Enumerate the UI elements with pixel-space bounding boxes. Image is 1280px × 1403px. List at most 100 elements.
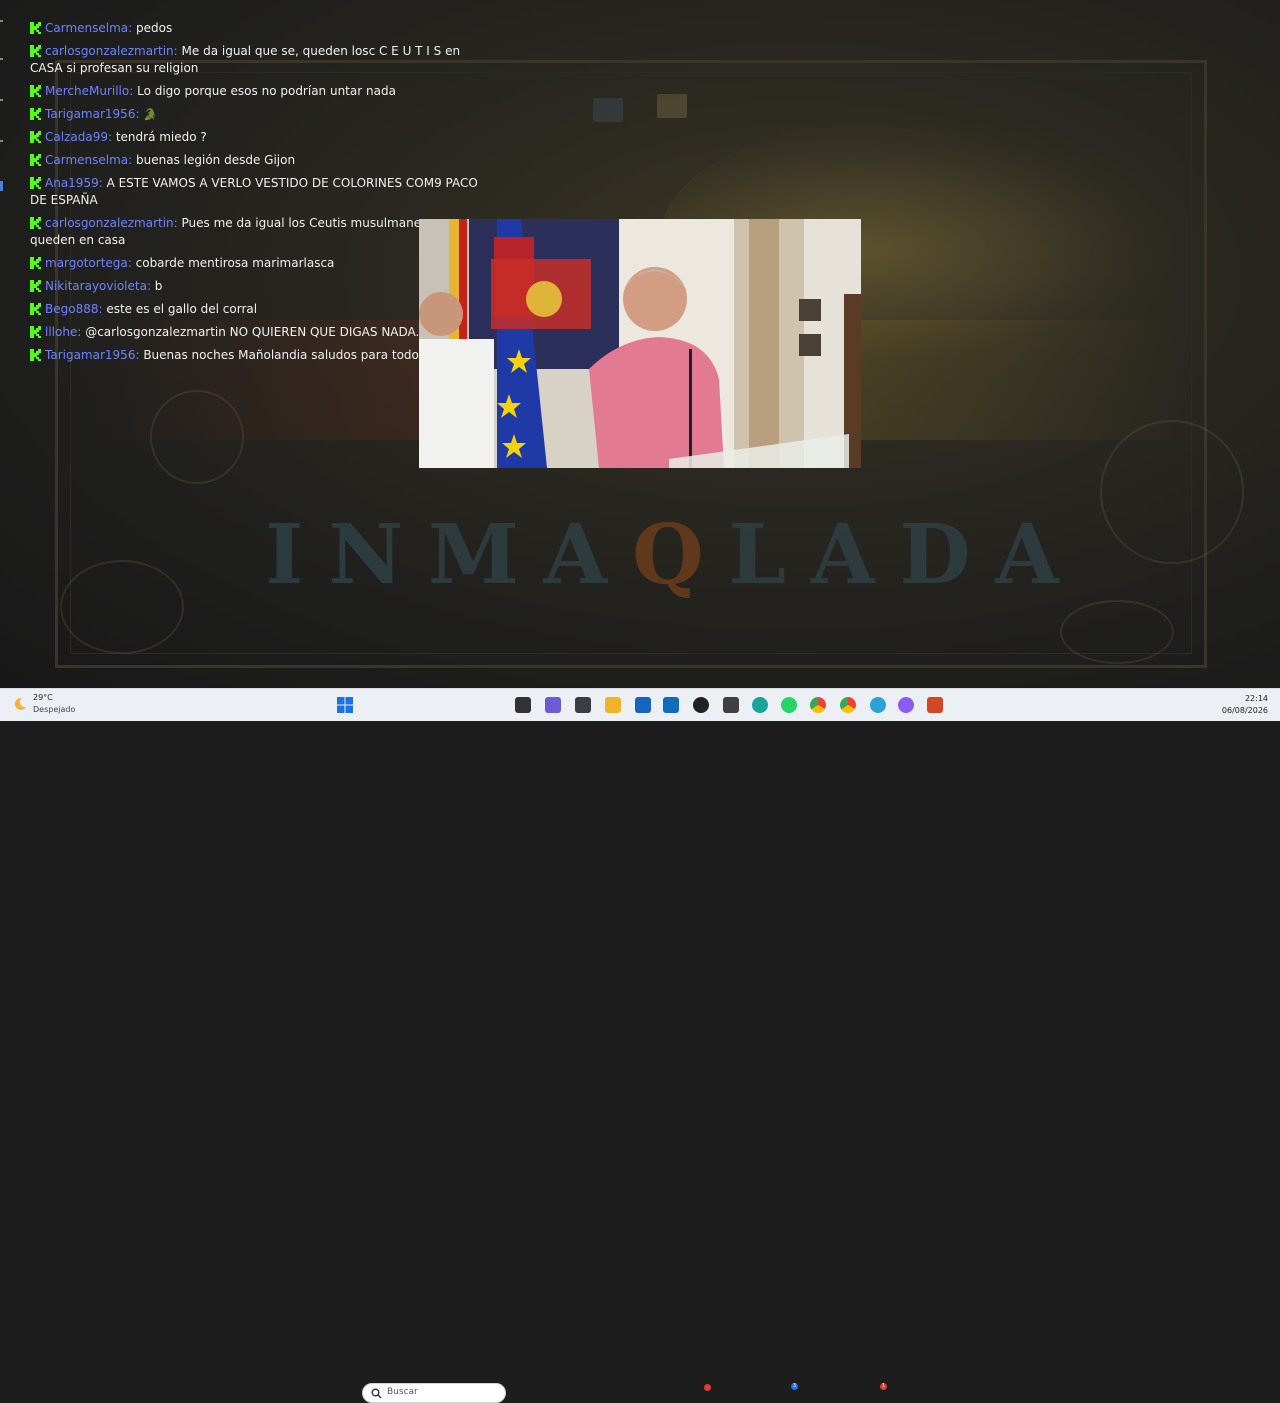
edge-mark [0,181,3,191]
video-frame [419,219,861,468]
chat-username[interactable]: margotortega [45,256,128,270]
app-icon[interactable] [693,697,709,713]
chat-message: Ana1959: A ESTE VAMOS A VERLO VESTIDO DE… [30,175,490,209]
chat-message: Calzada99: tendrá miedo ? [30,129,490,146]
folder-icon[interactable] [657,94,687,118]
taskbar: Buscar 3 1 [0,688,1280,1403]
chat-message: carlosgonzalezmartin: Me da igual que se… [30,43,490,77]
chat-username[interactable]: Tarigamar1956 [45,107,135,121]
chat-separator: : [128,21,137,35]
chat-message: Carmenselma: buenas legión desde Gijon [30,152,490,169]
telegram-icon[interactable] [870,697,886,713]
chat-separator: : [98,176,107,190]
kick-badge-icon [30,154,41,166]
watermark-logo: I N M A Q L A D A [265,507,1065,603]
watermark-letter: N [328,507,410,603]
kick-badge-icon [30,217,41,229]
kick-badge-icon [30,326,41,338]
edge-mark [0,20,3,22]
kick-badge-icon [30,45,41,57]
kick-badge-icon [30,303,41,315]
ornament-swirl [150,390,244,484]
chat-separator: : [173,216,182,230]
moon-weather-icon[interactable] [12,696,28,712]
chat-message: Carmenselma: pedos [30,20,490,37]
video-overlay[interactable] [419,219,861,468]
notification-dot [704,1384,711,1391]
chat-username[interactable]: carlosgonzalezmartin [45,216,174,230]
watermark-letter: M [428,507,525,603]
task-view-icon[interactable] [515,697,531,713]
app-icon[interactable] [898,697,914,713]
chat-text: @carlosgonzalezmartin NO QUIEREN QUE DIG… [85,325,462,339]
file-explorer-icon[interactable] [605,697,621,713]
whatsapp-badge: 3 [791,1383,798,1390]
watermark-letter: A [543,507,614,603]
watermark-letter: A [810,507,881,603]
app-icon[interactable] [575,697,591,713]
chat-username[interactable]: Calzada99 [45,130,108,144]
edge-icon[interactable] [752,697,768,713]
chat-separator: : [129,84,138,98]
search-box[interactable]: Buscar [362,1383,506,1403]
chat-separator: : [107,130,116,144]
kick-badge-icon [30,131,41,143]
watermark-letter: A [995,507,1065,603]
chat-separator: : [127,256,136,270]
chat-username[interactable]: lllohe [45,325,77,339]
teams-icon[interactable] [545,697,561,713]
edge-mark [0,140,3,142]
chat-username[interactable]: Carmenselma [45,153,128,167]
kick-badge-icon [30,280,41,292]
chat-text: Lo digo porque esos no podrían untar nad… [137,84,396,98]
chat-message: MercheMurillo: Lo digo porque esos no po… [30,83,490,100]
watermark-letter: Q [632,507,710,603]
chat-username[interactable]: Bego888 [45,302,98,316]
chat-username[interactable]: Nikitarayovioleta [45,279,147,293]
chrome-icon[interactable] [840,697,856,713]
chat-username[interactable]: Carmenselma [45,21,128,35]
edge-mark [0,99,3,101]
chat-username[interactable]: MercheMurillo [45,84,129,98]
kick-badge-icon [30,177,41,189]
weather-description[interactable]: Despejado [33,705,75,714]
desktop-icon[interactable] [593,98,623,122]
search-icon [371,1388,382,1399]
kick-badge-icon [30,349,41,361]
store-icon[interactable] [635,697,651,713]
chat-separator: : [128,153,137,167]
watermark-letter: I [265,507,310,603]
kick-badge-icon [30,85,41,97]
chat-text: cobarde mentirosa marimarlasca [135,256,335,270]
kick-badge-icon [30,22,41,34]
ornament-swirl [60,560,184,654]
search-placeholder: Buscar [387,1387,418,1397]
app-icon[interactable] [723,697,739,713]
chat-text: Buenas noches Mañolandia saludos para to… [143,348,426,362]
chat-text: pedos [136,21,173,35]
clock-time[interactable]: 22:14 [1245,694,1268,703]
watermark-letter: L [728,507,793,603]
chat-separator: : [146,279,155,293]
clock-date[interactable]: 06/08/2026 [1222,706,1268,715]
desktop-background: I N M A Q L A D A Carmenselma: pedos carl… [0,0,1280,688]
chat-text: b [154,279,163,293]
chat-separator: : [173,44,182,58]
chat-username[interactable]: Tarigamar1956 [45,348,135,362]
windows-start-icon[interactable] [337,697,353,713]
ornament-swirl [1060,600,1174,664]
whatsapp-icon[interactable] [781,697,797,713]
outlook-icon[interactable] [663,697,679,713]
kick-badge-icon [30,108,41,120]
chat-text: este es el gallo del corral [106,302,258,316]
edge-mark [0,58,3,60]
weather-temperature[interactable]: 29°C [33,693,53,702]
chat-message: Tarigamar1956: 🐊 [30,106,490,123]
chat-username[interactable]: carlosgonzalezmartin [45,44,174,58]
chrome-icon[interactable] [810,697,826,713]
edge-badge: 1 [880,1383,887,1390]
chat-text: tendrá miedo ? [115,130,207,144]
powerpoint-icon[interactable] [927,697,943,713]
chat-username[interactable]: Ana1959 [45,176,99,190]
chat-text: buenas legión desde Gijon [136,153,296,167]
